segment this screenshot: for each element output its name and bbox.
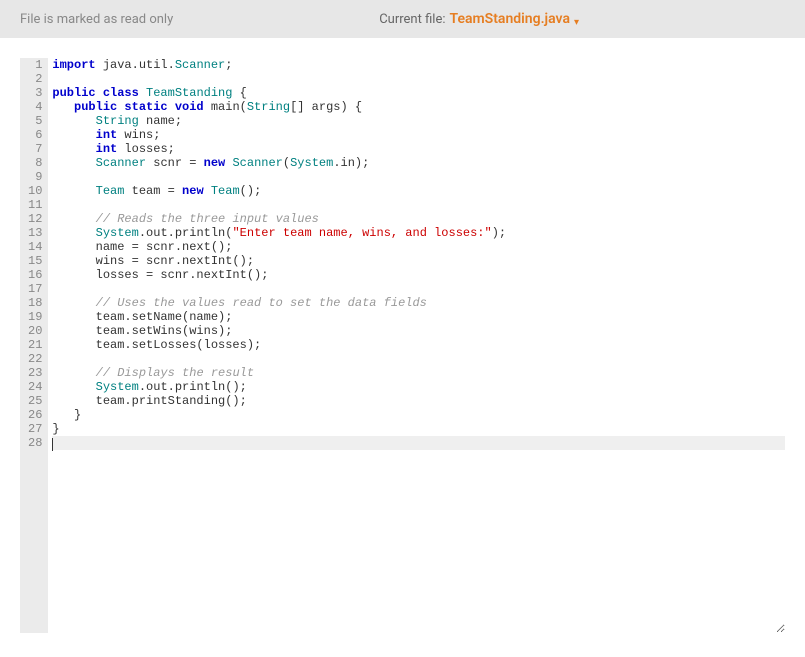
line-number: 15 <box>28 254 42 268</box>
code-line: losses = scnr.nextInt(); <box>52 268 785 282</box>
text-cursor <box>52 438 53 451</box>
code-line <box>52 352 785 366</box>
line-number: 6 <box>28 128 42 142</box>
code-editor[interactable]: 1234567891011121314151617181920212223242… <box>20 58 785 633</box>
code-line: wins = scnr.nextInt(); <box>52 254 785 268</box>
line-number: 14 <box>28 240 42 254</box>
line-number: 1 <box>28 58 42 72</box>
code-line: } <box>52 408 785 422</box>
code-line <box>52 198 785 212</box>
line-number: 18 <box>28 296 42 310</box>
code-line: int wins; <box>52 128 785 142</box>
chevron-down-icon: ▾ <box>574 17 579 28</box>
line-number: 22 <box>28 352 42 366</box>
code-line: System.out.println(); <box>52 380 785 394</box>
code-line: team.setLosses(losses); <box>52 338 785 352</box>
line-number: 23 <box>28 366 42 380</box>
line-number: 12 <box>28 212 42 226</box>
code-line: team.setName(name); <box>52 310 785 324</box>
file-selector[interactable]: Current file: TeamStanding.java ▾ <box>173 11 785 27</box>
code-line <box>52 170 785 184</box>
code-line: public static void main(String[] args) { <box>52 100 785 114</box>
code-line: name = scnr.next(); <box>52 240 785 254</box>
line-number: 10 <box>28 184 42 198</box>
code-line <box>52 282 785 296</box>
line-number: 27 <box>28 422 42 436</box>
code-line: } <box>52 422 785 436</box>
line-number: 16 <box>28 268 42 282</box>
line-number: 3 <box>28 86 42 100</box>
line-number: 17 <box>28 282 42 296</box>
line-number: 9 <box>28 170 42 184</box>
line-number: 25 <box>28 394 42 408</box>
code-line: // Reads the three input values <box>52 212 785 226</box>
code-area: import java.util.Scanner; public class T… <box>48 58 785 633</box>
code-line: team.setWins(wins); <box>52 324 785 338</box>
code-line: Scanner scnr = new Scanner(System.in); <box>52 156 785 170</box>
line-number: 19 <box>28 310 42 324</box>
code-line: public class TeamStanding { <box>52 86 785 100</box>
line-number: 28 <box>28 436 42 450</box>
line-number: 4 <box>28 100 42 114</box>
code-line: String name; <box>52 114 785 128</box>
line-number: 8 <box>28 156 42 170</box>
line-number: 2 <box>28 72 42 86</box>
editor-header: File is marked as read only Current file… <box>0 0 805 38</box>
line-number: 21 <box>28 338 42 352</box>
line-number: 20 <box>28 324 42 338</box>
code-line: // Displays the result <box>52 366 785 380</box>
code-line: System.out.println("Enter team name, win… <box>52 226 785 240</box>
line-number: 5 <box>28 114 42 128</box>
current-file-name: TeamStanding.java <box>450 11 570 27</box>
line-number: 11 <box>28 198 42 212</box>
code-line: // Uses the values read to set the data … <box>52 296 785 310</box>
line-number: 26 <box>28 408 42 422</box>
code-line <box>52 72 785 86</box>
line-number: 24 <box>28 380 42 394</box>
line-number: 13 <box>28 226 42 240</box>
editor-container: File is marked as read only Current file… <box>0 0 805 633</box>
line-number: 7 <box>28 142 42 156</box>
code-line: team.printStanding(); <box>52 394 785 408</box>
current-file-label: Current file: <box>379 12 445 27</box>
readonly-message: File is marked as read only <box>20 12 173 27</box>
code-line: import java.util.Scanner; <box>52 58 785 72</box>
code-line: int losses; <box>52 142 785 156</box>
code-line: Team team = new Team(); <box>52 184 785 198</box>
line-number-gutter: 1234567891011121314151617181920212223242… <box>20 58 48 633</box>
code-line <box>52 436 785 450</box>
